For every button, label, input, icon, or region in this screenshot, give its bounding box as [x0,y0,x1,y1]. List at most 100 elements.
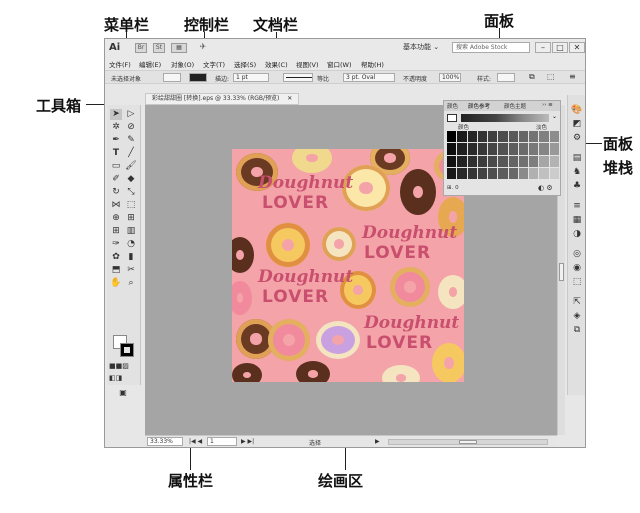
color-swatch[interactable] [488,143,498,155]
asset-export-icon[interactable]: ⬚ [571,277,583,288]
color-guide-icon[interactable]: ◩ [571,119,583,130]
color-swatch[interactable] [508,155,518,167]
free-transform-tool-icon[interactable]: ⬚ [125,200,137,211]
slice-tool-icon[interactable]: ✂ [125,265,137,276]
brush-select[interactable]: 3 pt. Oval [343,73,395,82]
menu-edit[interactable]: 编辑(E) [139,59,161,69]
brushes-icon[interactable]: ▤ [571,153,583,164]
artboard[interactable]: Doughnut LOVER Doughnut LOVER Doughnut L… [232,149,464,382]
color-swatch[interactable] [539,131,549,143]
color-swatch[interactable] [447,143,457,155]
export-icon[interactable]: ⇱ [571,297,583,308]
color-swatch[interactable] [549,167,559,179]
color-guide-swatches[interactable] [447,131,559,179]
perspective-grid-tool-icon[interactable]: ⊞ [125,213,137,224]
color-swatch[interactable] [467,167,477,179]
vertical-scroll-thumb[interactable] [559,263,564,281]
color-swatch[interactable] [508,131,518,143]
color-swatch[interactable] [477,143,488,155]
first-artboard-icon[interactable]: |◀ ◀ [189,438,202,445]
gradient-tool-icon[interactable]: ▥ [125,226,137,237]
color-swatch[interactable] [529,131,539,143]
color-swatch[interactable] [549,143,559,155]
color-swatch[interactable] [457,131,467,143]
graphic-styles-icon[interactable]: ♣ [571,181,583,192]
menu-view[interactable]: 视图(V) [296,59,319,69]
fill-color-swatch[interactable] [163,73,181,82]
tab-color-guide[interactable]: 颜色参考 [468,102,490,110]
tab-color-themes[interactable]: 颜色主题 [504,102,526,110]
color-swatch[interactable] [447,155,457,167]
shape-builder-tool-icon[interactable]: ⊕ [110,213,122,224]
color-swatch[interactable] [467,143,477,155]
menu-effect[interactable]: 效果(C) [265,59,288,69]
color-swatch[interactable] [518,167,529,179]
eraser-tool-icon[interactable]: ◆ [125,174,137,185]
color-swatch[interactable] [467,131,477,143]
rotate-tool-icon[interactable]: ↻ [110,187,122,198]
workspace-switcher[interactable]: 基本功能 ⌄ [403,42,439,52]
column-graph-tool-icon[interactable]: ▮ [125,252,137,263]
color-swatch[interactable] [477,155,488,167]
graphic-style-icon[interactable]: ◉ [571,263,583,274]
layers-icon[interactable]: ◈ [571,311,583,322]
menu-window[interactable]: 窗口(W) [327,59,352,69]
appearance-icon[interactable]: ◎ [571,249,583,260]
menu-object[interactable]: 对象(O) [171,59,194,69]
tab-color[interactable]: 颜色 [447,102,458,110]
direct-selection-tool-icon[interactable]: ▷ [125,109,137,120]
width-tool-icon[interactable]: ⋈ [110,200,122,211]
symbols-icon[interactable]: ♞ [571,167,583,178]
menu-select[interactable]: 选择(S) [234,59,256,69]
graphic-style-select[interactable] [497,73,515,82]
color-swatch[interactable] [467,155,477,167]
symbol-sprayer-tool-icon[interactable]: ✿ [110,252,122,263]
zoom-select[interactable]: 33.33% [147,437,183,446]
shaper-tool-icon[interactable]: ✐ [110,174,122,185]
align-icon[interactable]: ⧉ [529,72,535,82]
restore-button[interactable]: □ [552,42,568,53]
swatches-icon[interactable]: ⚙ [571,133,583,144]
color-swatch[interactable] [477,131,488,143]
color-panel-icon[interactable]: 🎨 [571,105,583,116]
color-swatch[interactable] [477,167,488,179]
curvature-tool-icon[interactable]: ✎ [125,135,137,146]
color-swatch[interactable] [447,131,457,143]
opacity-input[interactable]: 100% [439,73,461,82]
rectangle-tool-icon[interactable]: ▭ [110,161,122,172]
color-swatch[interactable] [549,155,559,167]
stroke-profile-select[interactable] [283,73,313,82]
panel-menu-icon[interactable]: ≡ [569,72,576,81]
artboard-number-select[interactable]: 1 [207,437,237,446]
color-swatch[interactable] [508,143,518,155]
transform-icon[interactable]: ⬚ [547,72,555,81]
next-artboard-icon[interactable]: ▶ ▶| [241,438,254,445]
color-swatch[interactable] [518,131,529,143]
color-swatch[interactable] [498,167,508,179]
color-swatch[interactable] [488,131,498,143]
stroke-swatch[interactable] [120,343,134,357]
scale-tool-icon[interactable]: ⤡ [125,187,137,198]
zoom-tool-icon[interactable]: ⌕ [125,278,137,289]
minimize-button[interactable]: – [535,42,551,53]
menu-help[interactable]: 帮助(H) [361,59,384,69]
artboards-icon[interactable]: ⧉ [571,325,583,336]
magic-wand-tool-icon[interactable]: ✲ [110,122,122,133]
paintbrush-tool-icon[interactable]: 🖌 [125,161,137,172]
color-swatch[interactable] [457,167,467,179]
color-swatch[interactable] [539,143,549,155]
color-swatch[interactable] [498,155,508,167]
transparency-icon[interactable]: ◑ [571,229,583,240]
artboard-tool-icon[interactable]: ⬒ [110,265,122,276]
close-button[interactable]: ✕ [569,42,585,53]
bridge-icon[interactable]: Br [135,43,147,53]
status-menu-icon[interactable]: ▶ [375,438,380,445]
color-swatch[interactable] [539,167,549,179]
color-swatch[interactable] [498,131,508,143]
stock-search-input[interactable]: 搜索 Adobe Stock [452,42,530,53]
color-swatch[interactable] [457,143,467,155]
harmony-spectrum[interactable] [461,114,549,122]
gpu-performance-icon[interactable]: ✈ [197,43,209,53]
screen-mode-icon[interactable]: ▣ [117,387,129,398]
color-harmony-row[interactable]: ⌄ [447,113,557,122]
